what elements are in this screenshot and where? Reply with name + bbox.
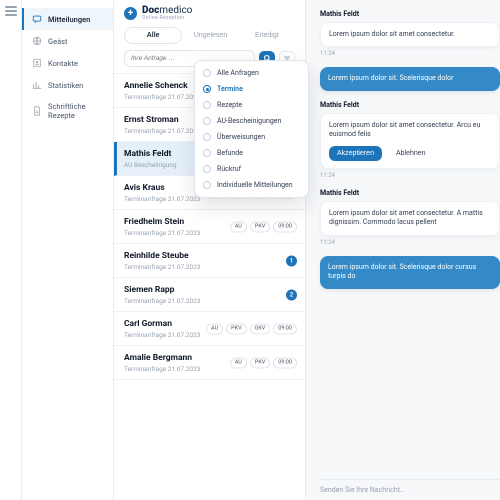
- tag-pill: AU: [230, 221, 247, 232]
- sidebar-item-statistiken[interactable]: Statistiken: [22, 74, 113, 96]
- sidebar-item-label: Mitteilungen: [48, 15, 90, 24]
- filter-option[interactable]: Individuelle Mitteilungen: [195, 177, 308, 193]
- time-pill: 09:00: [273, 221, 297, 232]
- message-block: Lorem ipsum dolor sit. Scelerisque dolor…: [320, 256, 500, 289]
- tag-pill: AU: [230, 357, 247, 368]
- chat-input[interactable]: Senden Sie Ihre Nachricht…: [320, 479, 500, 500]
- filter-option-label: Individuelle Mitteilungen: [217, 181, 293, 189]
- tab-ungelesen[interactable]: Ungelesen: [182, 27, 238, 44]
- radio-icon: [203, 117, 211, 125]
- message-block: Mathis Feldt Lorem ipsum dolor sit amet c…: [320, 189, 500, 246]
- message-block: Mathis Feldt Lorem ipsum dolor sit amet c…: [320, 101, 500, 179]
- message-bubble: Lorem ipsum dolor sit. Scelerisque dolor: [320, 67, 500, 90]
- tag-pill: AU: [206, 323, 223, 334]
- message-block: Lorem ipsum dolor sit. Scelerisque dolor: [320, 67, 500, 90]
- decline-button[interactable]: Ablehnen: [388, 146, 434, 161]
- filter-option[interactable]: Überweisungen: [195, 129, 308, 145]
- request-row[interactable]: Amalie BergmannTerminanfrage 21.07.2023A…: [114, 346, 305, 380]
- message-block: Mathis Feldt Lorem ipsum dolor sit amet c…: [320, 10, 500, 57]
- time-pill: 09:00: [273, 323, 297, 334]
- conversation-panel: Mathis Feldt Lorem ipsum dolor sit amet c…: [306, 0, 500, 500]
- radio-icon: [203, 101, 211, 109]
- filter-option-label: Alle Anfragen: [217, 69, 259, 77]
- contacts-icon: [32, 58, 42, 68]
- message-sender: Mathis Feldt: [320, 189, 500, 197]
- sidebar-item-label: Kontakte: [48, 59, 78, 68]
- request-sub: Terminanfrage 21.07.2023: [124, 263, 295, 271]
- sidebar: Mitteilungen Geäst Kontakte Statistiken …: [22, 0, 114, 500]
- message-time: 11:24: [320, 50, 500, 57]
- sidebar-item-rezepte[interactable]: Schriftliche Rezepte: [22, 96, 113, 126]
- unread-count: 1: [286, 255, 297, 266]
- message-sender: Mathis Feldt: [320, 10, 500, 18]
- sidebar-item-label: Statistiken: [48, 81, 83, 90]
- message-time: 11:24: [320, 172, 500, 179]
- tag-pill: PKV: [250, 221, 270, 232]
- sidebar-item-label: Geäst: [48, 37, 68, 46]
- message-sender: Mathis Feldt: [320, 101, 500, 109]
- request-name: Siemen Rapp: [124, 285, 295, 295]
- filter-option[interactable]: Rückruf: [195, 161, 308, 177]
- filter-option[interactable]: Rezepte: [195, 97, 308, 113]
- request-name: Reinhilde Steube: [124, 251, 295, 261]
- radio-icon: [203, 165, 211, 173]
- tag-pill: PKV: [250, 357, 270, 368]
- radio-icon: [203, 181, 211, 189]
- tabs: Alle Ungelesen Erledigt: [114, 25, 305, 48]
- filter-option[interactable]: Befunde: [195, 145, 308, 161]
- filter-option-label: Überweisungen: [217, 133, 265, 141]
- filter-option[interactable]: AU-Bescheinigungen: [195, 113, 308, 129]
- filter-option[interactable]: Termine: [195, 81, 308, 97]
- tab-alle[interactable]: Alle: [124, 27, 182, 44]
- filter-option-label: Termine: [217, 85, 243, 93]
- filter-option-label: AU-Bescheinigungen: [217, 117, 281, 125]
- filter-option-label: Rückruf: [217, 165, 241, 173]
- unread-count: 2: [286, 289, 297, 300]
- message-bubble: Lorem ipsum dolor sit amet consectetur. …: [320, 113, 500, 169]
- tab-erledigt[interactable]: Erledigt: [239, 27, 295, 44]
- radio-icon: [203, 133, 211, 141]
- filter-option-label: Rezepte: [217, 101, 242, 109]
- sidebar-item-geaest[interactable]: Geäst: [22, 30, 113, 52]
- request-sub: Terminanfrage 21.07.2023: [124, 297, 295, 305]
- tag-pill: PKV: [226, 323, 246, 334]
- message-time: 11:24: [320, 239, 500, 246]
- accept-button[interactable]: Akzeptieren: [329, 146, 382, 161]
- filter-option-label: Befunde: [217, 149, 243, 157]
- tag-pill: GKV: [250, 323, 271, 334]
- globe-icon: [32, 36, 42, 46]
- message-bubble: Lorem ipsum dolor sit amet consectetur. …: [320, 201, 500, 236]
- request-row[interactable]: Reinhilde Steube Terminanfrage 21.07.2023…: [114, 244, 305, 278]
- sidebar-item-mitteilungen[interactable]: Mitteilungen: [22, 8, 113, 30]
- request-row[interactable]: Friedhelm SteinTerminanfrage 21.07.2023A…: [114, 210, 305, 244]
- brand-logo: +: [124, 7, 137, 20]
- time-pill: 09:00: [273, 357, 297, 368]
- chat-icon: [32, 14, 42, 24]
- radio-icon: [203, 85, 211, 93]
- filter-dropdown: Alle Anfragen Termine Rezepte AU-Beschei…: [194, 60, 309, 198]
- brand-subtitle: Online-Rezeption: [142, 16, 192, 21]
- sidebar-item-kontakte[interactable]: Kontakte: [22, 52, 113, 74]
- radio-icon: [203, 149, 211, 157]
- message-bubble: Lorem ipsum dolor sit amet consectetur.: [320, 22, 500, 47]
- filter-option[interactable]: Alle Anfragen: [195, 65, 308, 81]
- sidebar-item-label: Schriftliche Rezepte: [48, 102, 105, 120]
- menu-toggle[interactable]: [5, 6, 17, 16]
- radio-icon: [203, 69, 211, 77]
- stats-icon: [32, 80, 42, 90]
- message-bubble: Lorem ipsum dolor sit. Scelerisque dolor…: [320, 256, 500, 289]
- brand: + Docmedico Online-Rezeption: [114, 0, 305, 25]
- doc-icon: [32, 106, 42, 116]
- request-row[interactable]: Siemen Rapp Terminanfrage 21.07.20232: [114, 278, 305, 312]
- request-row[interactable]: Carl GormanTerminanfrage 21.07.2023AUPKV…: [114, 312, 305, 346]
